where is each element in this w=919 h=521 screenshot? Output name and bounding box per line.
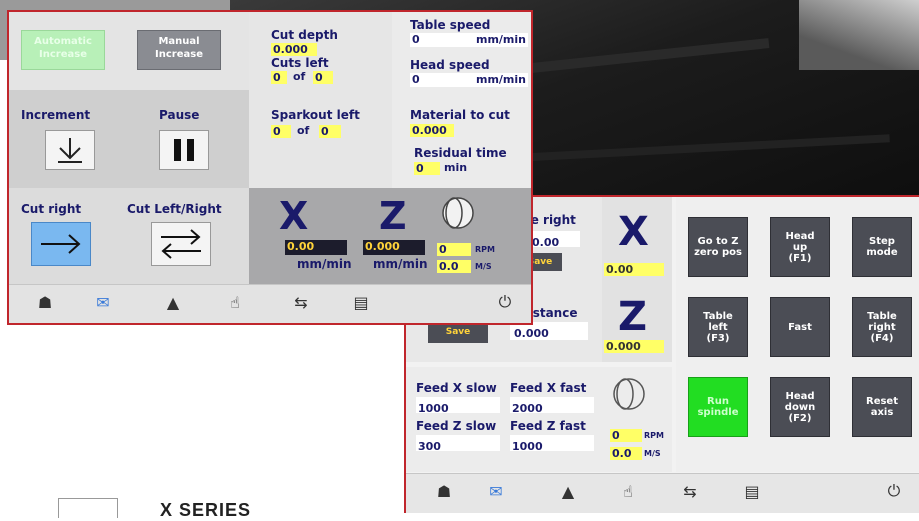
increment-pause-section: Increment Pause bbox=[9, 90, 249, 188]
material-to-cut-label: Material to cut bbox=[410, 108, 510, 122]
power-icon[interactable]: ⏻ bbox=[882, 480, 906, 502]
cut-left-right-button[interactable] bbox=[151, 222, 211, 266]
series-logo-box bbox=[58, 498, 118, 518]
cut-direction-section: Cut right Cut Left/Right bbox=[9, 188, 249, 284]
cut-depth-label: Cut depth bbox=[271, 28, 338, 42]
cuts-left-value: 0 bbox=[271, 71, 287, 84]
series-title: X SERIES bbox=[160, 500, 252, 520]
residual-time-unit: min bbox=[444, 161, 468, 174]
cuts-left-total: 0 bbox=[313, 71, 333, 84]
increment-label: Increment bbox=[21, 108, 91, 122]
table-right-button[interactable]: Table right (F4) bbox=[852, 297, 912, 357]
cut-depth-value: 0.000 bbox=[271, 43, 317, 56]
x-feed-value: 0.00 bbox=[285, 240, 347, 255]
increment-down-arrow-icon bbox=[58, 138, 82, 163]
chat-icon[interactable]: ✉ bbox=[91, 291, 115, 313]
cut-info-section: Cut depth 0.000 Cuts left 0 of 0 Sparkou… bbox=[249, 12, 392, 188]
table-left-button[interactable]: Table left (F3) bbox=[688, 297, 748, 357]
x-position-value: 0.00 bbox=[604, 263, 664, 276]
z-position-value: 0.000 bbox=[604, 340, 664, 353]
cut-right-label: Cut right bbox=[21, 202, 82, 216]
power-icon[interactable]: ⏻ bbox=[493, 291, 517, 313]
feed-x-fast-input[interactable]: 2000 bbox=[510, 397, 594, 415]
feed-z-fast-label: Feed Z fast bbox=[510, 419, 586, 433]
sparkout-value: 0 bbox=[271, 125, 291, 138]
head-down-button[interactable]: Head down (F2) bbox=[770, 377, 830, 437]
hand-icon[interactable]: ☝ bbox=[223, 291, 247, 313]
z-axis-letter: Z bbox=[618, 294, 648, 340]
grinder-icon[interactable]: ▲ bbox=[556, 480, 580, 502]
step-mode-button[interactable]: Step mode bbox=[852, 217, 912, 277]
spindle-ms-value: 0.0 bbox=[610, 447, 642, 460]
residual-time-label: Residual time bbox=[414, 146, 507, 160]
z-feed-value: 0.000 bbox=[363, 240, 425, 255]
rpm-unit: RPM bbox=[644, 431, 664, 440]
sparkout-total: 0 bbox=[319, 125, 341, 138]
ms-unit: M/S bbox=[475, 262, 492, 271]
reset-axis-button[interactable]: Reset axis bbox=[852, 377, 912, 437]
hand-icon[interactable]: ☝ bbox=[616, 480, 640, 502]
chat-icon[interactable]: ✉ bbox=[484, 480, 508, 502]
cut-right-button[interactable] bbox=[31, 222, 91, 266]
feed-section: Feed X slow Feed X fast 1000 2000 Feed Z… bbox=[406, 367, 672, 472]
main-screen-panel: Automatic Increase Manual Increase Incre… bbox=[7, 10, 533, 325]
head-up-button[interactable]: Head up (F1) bbox=[770, 217, 830, 277]
cuts-left-of: of bbox=[293, 70, 306, 83]
feed-z-slow-input[interactable]: 300 bbox=[416, 435, 500, 453]
command-button-grid: Go to Z zero pos Head up (F1) Step mode … bbox=[676, 197, 919, 472]
feed-x-slow-label: Feed X slow bbox=[416, 381, 497, 395]
right-arrow-icon bbox=[41, 234, 81, 254]
head-speed-label: Head speed bbox=[410, 58, 490, 72]
cycle-icon[interactable]: ⇆ bbox=[678, 480, 702, 502]
increase-mode-section: Automatic Increase Manual Increase bbox=[9, 12, 249, 90]
pause-label: Pause bbox=[159, 108, 200, 122]
grinder-icon[interactable]: ▲ bbox=[161, 291, 185, 313]
sparkout-of: of bbox=[297, 124, 310, 137]
head-speed-field: 0 mm/min bbox=[410, 73, 528, 87]
pause-button[interactable] bbox=[159, 130, 209, 170]
main-toolbar: ☗ ✉ ▲ ☝ ⇆ ▤ ⏻ bbox=[9, 284, 531, 323]
setup-toolbar: ☗ ✉ ▲ ☝ ⇆ ▤ ⏻ bbox=[406, 473, 919, 513]
manual-icon[interactable]: ▤ bbox=[349, 291, 373, 313]
z-feed-unit: mm/min bbox=[373, 257, 428, 271]
table-speed-field: 0 mm/min bbox=[410, 33, 528, 47]
x-axis-letter: X bbox=[618, 209, 649, 255]
cuts-left-label: Cuts left bbox=[271, 56, 329, 70]
home-icon[interactable]: ☗ bbox=[432, 480, 456, 502]
z-axis-section: Z 0.000 bbox=[602, 292, 672, 362]
spindle-icon bbox=[442, 197, 474, 229]
feed-z-fast-input[interactable]: 1000 bbox=[510, 435, 594, 453]
left-right-arrows-icon bbox=[161, 229, 201, 259]
sparkout-left-label: Sparkout left bbox=[271, 108, 360, 122]
spindle-ms-value: 0.0 bbox=[437, 260, 471, 273]
manual-icon[interactable]: ▤ bbox=[740, 480, 764, 502]
manual-increase-button[interactable]: Manual Increase bbox=[137, 30, 221, 70]
cut-left-right-label: Cut Left/Right bbox=[127, 202, 222, 216]
feed-x-fast-label: Feed X fast bbox=[510, 381, 587, 395]
x-feed-unit: mm/min bbox=[297, 257, 352, 271]
ms-unit: M/S bbox=[644, 449, 661, 458]
table-speed-label: Table speed bbox=[410, 18, 491, 32]
spindle-rpm-value: 0 bbox=[437, 243, 471, 256]
speed-info-section: Table speed 0 mm/min Head speed 0 mm/min M… bbox=[392, 12, 531, 188]
fast-button[interactable]: Fast bbox=[770, 297, 830, 357]
residual-time-value: 0 bbox=[414, 162, 440, 175]
pause-icon bbox=[174, 139, 194, 161]
run-spindle-button[interactable]: Run spindle bbox=[688, 377, 748, 437]
material-to-cut-value: 0.000 bbox=[410, 124, 454, 137]
spindle-rpm-value: 0 bbox=[610, 429, 642, 442]
feed-z-slow-label: Feed Z slow bbox=[416, 419, 497, 433]
x-axis-letter: X bbox=[279, 194, 309, 238]
home-icon[interactable]: ☗ bbox=[33, 291, 57, 313]
automatic-increase-button[interactable]: Automatic Increase bbox=[21, 30, 105, 70]
increment-button[interactable] bbox=[45, 130, 95, 170]
z-axis-letter: Z bbox=[379, 194, 407, 238]
go-to-z-zero-button[interactable]: Go to Z zero pos bbox=[688, 217, 748, 277]
x-axis-section: X 0.00 bbox=[602, 197, 672, 292]
cycle-icon[interactable]: ⇆ bbox=[289, 291, 313, 313]
axis-readout-section: X Z 0.00 0.000 mm/min mm/min 0 RPM 0.0 M… bbox=[249, 188, 531, 284]
rpm-unit: RPM bbox=[475, 245, 495, 254]
spindle-icon bbox=[613, 378, 645, 410]
feed-x-slow-input[interactable]: 1000 bbox=[416, 397, 500, 415]
